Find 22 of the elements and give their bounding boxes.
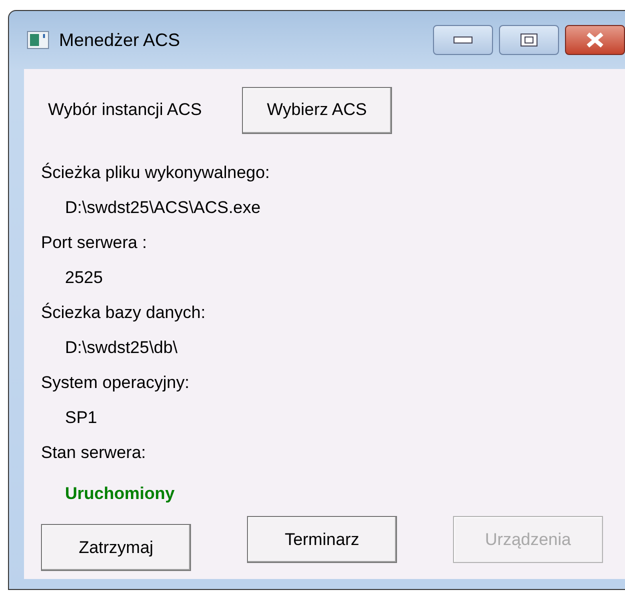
maximize-button[interactable] [499, 25, 559, 55]
close-icon [585, 32, 605, 48]
select-acs-button[interactable]: Wybierz ACS [242, 86, 392, 134]
field-value: D:\swdst25\db\ [64, 337, 178, 359]
field-value: 2525 [64, 267, 103, 289]
status-label: Stan serwera: [41, 442, 146, 464]
action-button[interactable]: Terminarz [247, 516, 397, 563]
minimize-icon [453, 36, 473, 44]
minimize-button[interactable] [433, 25, 493, 55]
status-value: Uruchomiony [64, 483, 175, 505]
app-icon [27, 31, 49, 49]
action-button[interactable]: Zatrzymaj [41, 524, 191, 571]
field-label: Port serwera : [41, 232, 147, 254]
field-label: System operacyjny: [41, 372, 190, 394]
field-value: D:\swdst25\ACS\ACS.exe [64, 197, 261, 219]
instance-label: Wybór instancji ACS [48, 100, 202, 120]
maximize-icon [520, 33, 538, 47]
field-label: Ścieżka pliku wykonywalnego: [41, 162, 270, 184]
field-value: SP1 [64, 407, 98, 429]
field-label: Ściezka bazy danych: [41, 302, 206, 324]
window-title: Menedżer ACS [59, 30, 182, 50]
close-button[interactable] [565, 25, 625, 55]
